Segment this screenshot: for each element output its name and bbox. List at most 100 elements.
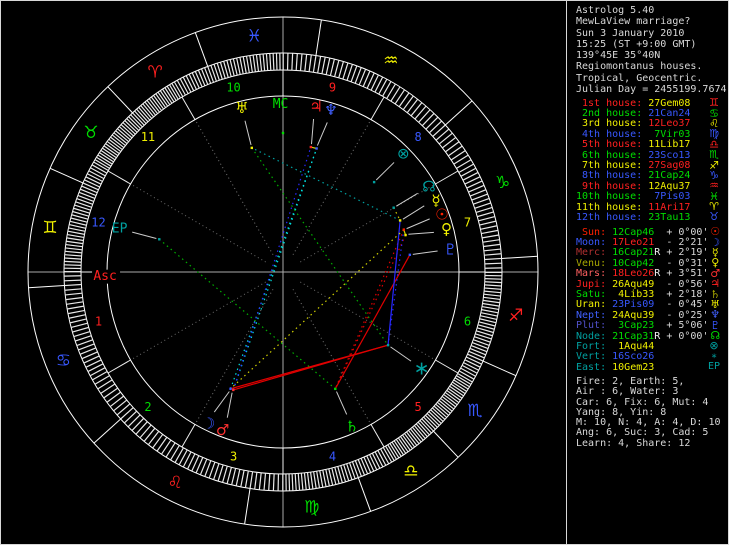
wheel-sign-cancer: ♋	[56, 351, 71, 371]
wheel-vert-icon: ∗	[414, 358, 430, 380]
house-number-12: 12	[91, 216, 105, 230]
aspect-line-east-satu	[158, 238, 336, 390]
house-number-6: 6	[464, 314, 471, 328]
mc-degree-dot	[281, 131, 285, 135]
planet-row: Uran: 23Pis09 - 0°45' ♅	[576, 297, 721, 311]
vert-degree-dot	[386, 343, 390, 347]
aspect-line-merc-vert	[387, 220, 401, 346]
satu-degree-dot	[334, 387, 337, 391]
house-row: 11th house: 11Ari17 ♈	[576, 201, 722, 213]
wheel-satu-icon: ♄	[345, 417, 358, 435]
aspect-line-uran-vert	[251, 147, 389, 346]
house-row: 5th house: 11Lib17 ♎	[576, 139, 722, 151]
header-line: MewLaView marriage?	[576, 16, 691, 28]
planet-position-list: Sun: 12Cap46 + 0°00' ☉ Moon: 17Leo21 - 2°2…	[576, 225, 722, 373]
chart-wheel: ♈♉♊♋♌♍♎♏♐♑♒♓123 456789101112☽ ♂ ♄∗♇♀☉☿☊⊗♆♃♅…	[27, 16, 539, 528]
planet-row: Jupi: 26Aqu49 - 0°56' ♃	[576, 277, 721, 291]
house-row: 3rd house: 12Leo37 ♌	[576, 118, 722, 130]
mc-label: MC	[273, 97, 289, 112]
planet-row: Moon: 17Leo21 - 2°21' ☽	[576, 235, 721, 249]
aspect-line-satu-plut	[334, 254, 411, 390]
wheel-east-icon: EP	[112, 221, 128, 236]
uran-degree-dot	[250, 146, 253, 150]
house-number-2: 2	[144, 400, 151, 414]
header-line: 139°45E 35°40N	[576, 50, 661, 62]
house-number-10: 10	[226, 81, 240, 95]
wheel-fort-icon: ⊗	[397, 144, 410, 162]
house-number-9: 9	[329, 81, 336, 95]
aspect-line-node-merc	[393, 207, 401, 221]
wheel-sign-aries: ♈	[147, 62, 162, 82]
aspect-line-mars-jupi	[232, 146, 312, 391]
wheel-sign-sagittarius: ♐	[508, 306, 523, 326]
fort-degree-dot	[372, 180, 376, 184]
asc-label: Asc	[93, 269, 116, 284]
aspect-line-sun-vert	[387, 229, 405, 346]
east-degree-dot	[158, 238, 161, 241]
wheel-sign-scorpio: ♏	[467, 401, 482, 421]
house-number-11: 11	[141, 130, 155, 144]
aspect-line-merc-uran	[251, 147, 401, 221]
element-totals: Fire: 2, Earth: 5, Air : 6, Water: 3 Car: …	[576, 376, 721, 449]
aspect-line-moon-nept	[229, 148, 318, 389]
house-row: 4th house: 7Vir03 ♍	[576, 128, 722, 140]
house-row: 6th house: 23Sco13 ♏	[576, 149, 722, 161]
merc-degree-dot	[398, 219, 402, 222]
east-icon: EP	[707, 361, 721, 373]
planet-row: Merc: 16Cap21R + 2°19' ☿	[576, 247, 722, 259]
house-number-4: 4	[329, 449, 336, 463]
house-number-7: 7	[464, 216, 471, 230]
planet-row: Fort: 1Aqu44 ⊗	[576, 340, 722, 352]
house-row: 9th house: 12Aqu37 ♒	[576, 180, 722, 192]
header-line: Sun 3 January 2010	[576, 27, 685, 39]
zodiac-sign-icon: ♉	[709, 210, 719, 224]
header-line: Regiomontanus houses.	[576, 61, 703, 73]
wheel-plut-icon: ♇	[444, 240, 457, 258]
house-row: 10th house: 7Pis03 ♓	[576, 191, 722, 203]
aspect-line-mars-vert	[233, 344, 389, 391]
header-line: Tropical, Geocentric.	[576, 72, 703, 84]
aspect-line-venu-satu	[334, 234, 407, 390]
planet-row: Node: 21Cap31R + 0°00' ☊	[576, 329, 721, 343]
moon-degree-dot	[229, 387, 232, 390]
house-row: 8th house: 21Cap24 ♑	[576, 170, 722, 182]
sidebar-divider	[566, 0, 567, 545]
house-row: 7th house: 27Sag08 ♐	[576, 160, 722, 172]
planet-row: East: 10Gem23 EP	[576, 361, 721, 373]
house-cusp-list: 1st house: 27Gem08 ♊ 2nd house: 21Can24 ♋ …	[576, 97, 722, 224]
house-number-3: 3	[230, 449, 237, 463]
planet-row: Venu: 10Cap42 - 0°31' ♀	[576, 257, 722, 269]
house-number-1: 1	[95, 314, 102, 328]
wheel-sign-virgo: ♍	[304, 497, 319, 517]
wheel-sign-aquarius: ♒	[383, 51, 398, 71]
header-line: 15:25 (ST +9:00 GMT)	[576, 38, 697, 50]
house-number-8: 8	[414, 130, 421, 144]
mars-degree-dot	[232, 388, 235, 392]
header-line: Julian Day = 2455199.7674	[576, 84, 727, 96]
astrolog-window: ♈ ♉ ♊ ♋ ♌ ♍ ♎ ♏ ♐ ♑ ♒ ♓ 1 2 3 4 5 6 7 8 9 10 11 12 ☽ ♂ ♄ ∗ ♇ ♀ ☉ ☿ ☊ ⊗ ♆ ♃ ♅…	[0, 0, 729, 545]
wheel-sign-pisces: ♓	[247, 27, 262, 47]
planet-row: Vert: 16Sco26 ∗	[576, 351, 722, 362]
wheel-nept-icon: ♆	[324, 101, 337, 119]
plut-degree-dot	[408, 253, 412, 256]
venu-degree-dot	[404, 233, 407, 237]
nept-degree-dot	[315, 147, 318, 150]
wheel-jupi-icon: ♃	[309, 97, 322, 115]
house-row: 12th house: 23Tau13 ♉	[576, 210, 722, 224]
planet-row: Plut: 3Cap23 + 5°06' ♇	[576, 318, 721, 332]
wheel-sign-capricorn: ♑	[495, 173, 510, 193]
wheel-moon-icon: ☽	[202, 415, 215, 433]
chart-info-header: Astrolog 5.40 MewLaView marriage? Sun 3 Ja…	[576, 5, 727, 95]
header-line: Astrolog 5.40	[576, 5, 655, 16]
jupi-degree-dot	[309, 145, 313, 149]
aspect-line-mars-nept	[232, 148, 318, 391]
house-row: 1st house: 27Gem08 ♊	[576, 97, 722, 109]
info-sidebar: Astrolog 5.40 MewLaView marriage? Sun 3 Ja…	[567, 0, 729, 545]
totals-line: Learn: 4, Share: 12	[576, 437, 691, 449]
node-degree-dot	[392, 206, 395, 209]
house-number-5: 5	[414, 400, 421, 414]
wheel-sign-taurus: ♉	[83, 123, 98, 143]
house-row: 2nd house: 21Can24 ♋	[576, 108, 722, 120]
planet-row: Mars: 18Leo26R + 3°51' ♂	[576, 266, 721, 280]
planet-row: Sun: 12Cap46 + 0°00' ☉	[576, 225, 721, 239]
